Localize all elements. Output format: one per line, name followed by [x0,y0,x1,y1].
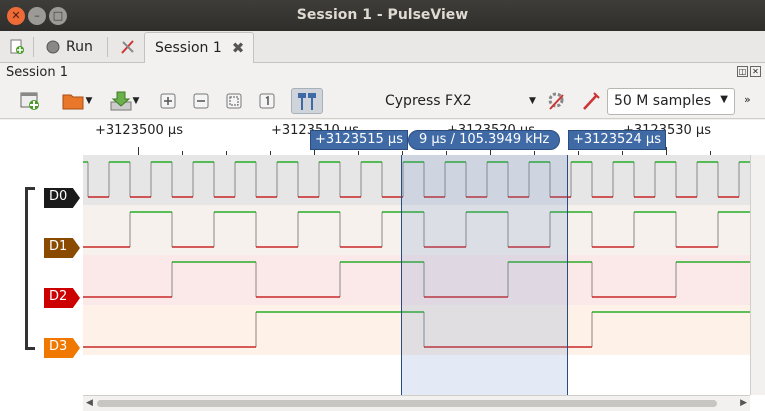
cursor-1-flag[interactable]: +3123515 µs [310,130,408,150]
zoom-out-icon [193,93,209,109]
channel-label-d0[interactable]: D0 [44,188,80,208]
save-file-button[interactable]: ▼ [104,88,144,114]
zoom-fit-button[interactable] [223,88,245,114]
scroll-thumb[interactable] [97,400,717,407]
sample-count-value: 50 M samples [614,93,711,109]
sample-count-select[interactable]: 50 M samples ▼ [607,88,735,115]
folder-icon [62,94,84,110]
device-dropdown-icon[interactable]: ▼ [529,96,536,106]
time-ruler[interactable]: +3123500 µs +3123510 µs +3123520 µs +312… [0,120,765,155]
channel-group-bracket [25,187,35,350]
download-icon [110,91,132,111]
channel-label-d3[interactable]: D3 [44,338,80,358]
zoom-original-icon [259,93,275,109]
tab-session-1[interactable]: Session 1 ✖ [144,32,254,63]
show-cursors-button[interactable] [291,88,323,114]
cursor-selection[interactable] [401,155,568,395]
scroll-left-icon[interactable]: ◀ [86,398,93,408]
channel-labels: D0 D1 D2 D3 [0,155,83,395]
zoom-fit-icon [226,93,242,109]
device-label: Cypress FX2 [385,93,472,109]
title-bar: ✕ – □ Session 1 - PulseView [0,0,765,31]
tab-close-icon[interactable]: ✖ [232,39,245,57]
zoom-one-to-one-button[interactable] [256,88,278,114]
channel-label-d2[interactable]: D2 [44,288,80,308]
zoom-in-button[interactable] [157,88,179,114]
cursors-icon [298,93,316,110]
zoom-out-button[interactable] [190,88,212,114]
ruler-tick [138,147,139,155]
device-config-button[interactable] [113,34,143,60]
chevron-down-icon: ▼ [85,96,93,106]
cursor-2-flag[interactable]: +3123524 µs [568,130,666,150]
horizontal-scrollbar[interactable]: ◀ ▶ [83,395,750,411]
channel-label-d1[interactable]: D1 [44,238,80,258]
run-icon [46,40,60,54]
chevron-down-icon: ▼ [720,94,728,105]
open-file-button[interactable]: ▼ [57,88,97,114]
ruler-label: +3123500 µs [95,123,183,138]
new-session-icon [10,39,24,54]
device-configure-button[interactable] [544,88,570,114]
new-session-button[interactable] [3,34,31,60]
toolbar-overflow-icon[interactable]: » [744,93,751,106]
session-toolbar: ▼ ▼ Cypress FX2 ▼ 50 M samples ▼ » [0,83,765,119]
dock-float-icon[interactable]: ◫ [737,66,748,77]
chevron-down-icon: ▼ [132,96,140,106]
vertical-scrollbar[interactable] [750,155,765,395]
trace-area[interactable] [83,155,750,395]
run-label: Run [66,39,93,55]
tab-label: Session 1 [155,40,222,56]
ruler-tick [666,147,667,155]
zoom-in-icon [160,93,176,109]
cursor-delta-label: 9 µs / 105.3949 kHz [408,130,561,150]
dock-buttons: ◫ ✕ [737,66,761,77]
add-view-icon [20,92,39,110]
window-title: Session 1 - PulseView [296,7,469,23]
separator [107,37,108,57]
tab-bar: Run Session 1 ✖ [0,31,765,63]
probe-config-button[interactable] [578,88,604,114]
dock-close-icon[interactable]: ✕ [750,66,761,77]
probe-icon [121,40,134,54]
run-button[interactable]: Run [40,34,99,60]
dock-title-bar: Session 1 ◫ ✕ [0,63,765,83]
dock-title: Session 1 [6,65,69,80]
trace-view[interactable]: +3123500 µs +3123510 µs +3123520 µs +312… [0,120,765,411]
probe-icon [583,92,600,110]
separator [33,37,34,57]
settings-wrench-icon [548,92,564,110]
add-view-button[interactable] [17,88,43,114]
scroll-right-icon[interactable]: ▶ [740,398,747,408]
